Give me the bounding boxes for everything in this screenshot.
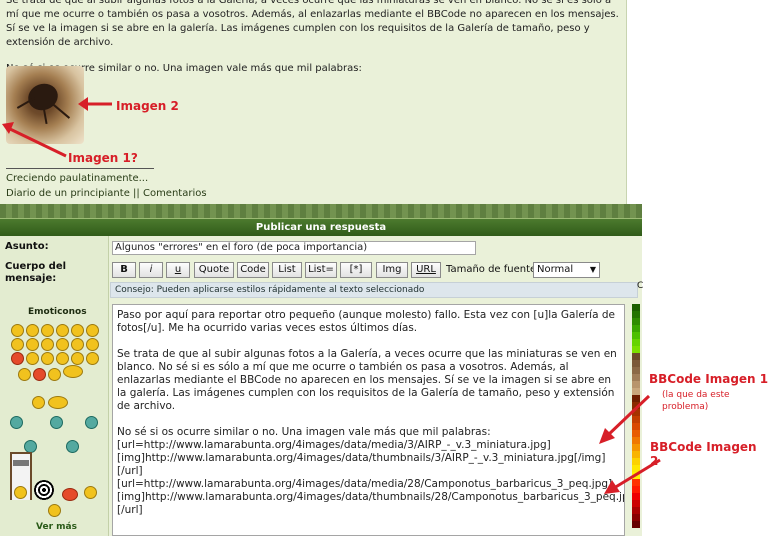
emoticon-grin[interactable] <box>26 324 39 337</box>
list-button[interactable]: List <box>272 262 302 278</box>
message-textarea[interactable]: Paso por aquí para reportar otro pequeño… <box>112 304 625 536</box>
subject-label: Asunto: <box>5 241 49 252</box>
tip-text: Consejo: Pueden aplicarse estilos rápida… <box>110 282 638 298</box>
emoticon-sunglasses[interactable] <box>32 396 45 409</box>
font-size-select[interactable]: Normal ▼ <box>533 262 600 278</box>
annotation-imagen2: Imagen 2 <box>116 99 179 113</box>
emoticon-glasses[interactable] <box>63 365 83 378</box>
list-item-button[interactable]: [*] <box>340 262 372 278</box>
emoticon-mad[interactable] <box>56 338 69 351</box>
separator: || <box>133 188 140 199</box>
bold-button[interactable]: B <box>112 262 136 278</box>
italic-button[interactable]: i <box>139 262 163 278</box>
comments-link[interactable]: Comentarios <box>143 188 207 199</box>
form-left-column: Asunto: Cuerpo del mensaje: Emoticonos V… <box>0 236 109 536</box>
emoticon-embarrassed[interactable] <box>86 338 99 351</box>
emoticon-alien-5[interactable] <box>66 440 79 453</box>
post-paragraph: Se trata de que al subir algunas fotos a… <box>6 0 619 48</box>
annotation-imagen1: Imagen 1? <box>68 151 138 165</box>
underline-button[interactable]: u <box>166 262 190 278</box>
emoticon-biker[interactable] <box>62 488 78 501</box>
emoticon-smile[interactable] <box>11 324 24 337</box>
arrow-bbcode1 <box>599 394 651 444</box>
code-button[interactable]: Code <box>237 262 269 278</box>
emoticon-binoculars[interactable] <box>48 396 68 409</box>
emoticon-alien-1[interactable] <box>10 416 23 429</box>
emoticon-alien-2[interactable] <box>50 416 63 429</box>
annotation-bbcode2: BBCode Imagen 2 <box>650 440 757 468</box>
subject-input[interactable]: Algunos "errores" en el foro (de poca im… <box>112 241 476 255</box>
emoticon-question[interactable] <box>86 352 99 365</box>
decorative-band <box>0 204 642 218</box>
see-more-emoticons-link[interactable]: Ver más <box>36 522 77 532</box>
emoticon-arrow[interactable] <box>33 368 46 381</box>
emoticons-title: Emoticonos <box>28 307 87 317</box>
post-paragraph: No sé si os ocurre similar o no. Una ima… <box>6 63 362 74</box>
font-size-label: Tamaño de fuente: <box>446 264 540 275</box>
emoticon-wink[interactable] <box>41 324 54 337</box>
quote-button[interactable]: Quote <box>194 262 234 278</box>
arrow-bbcode2 <box>604 458 661 494</box>
diary-link[interactable]: Diario de un principiante <box>6 188 130 199</box>
emoticon-idea[interactable] <box>18 368 31 381</box>
url-button[interactable]: URL <box>411 262 441 278</box>
color-label: C <box>637 281 644 291</box>
emoticon-confused[interactable] <box>11 338 24 351</box>
emoticon-razz[interactable] <box>71 338 84 351</box>
signature-divider <box>6 168 154 169</box>
image-button[interactable]: Img <box>376 262 408 278</box>
emoticon-laugh[interactable] <box>41 338 54 351</box>
emoticon-cool[interactable] <box>26 338 39 351</box>
font-size-value: Normal <box>537 264 574 275</box>
emoticon-neutral[interactable] <box>71 352 84 365</box>
post-body: Se trata de que al subir algunas fotos a… <box>6 0 620 90</box>
reply-form: Asunto: Cuerpo del mensaje: Emoticonos V… <box>0 236 644 536</box>
emoticon-twisted[interactable] <box>41 352 54 365</box>
emoticon-guillotine-head <box>14 486 27 499</box>
emoticon-shock[interactable] <box>86 324 99 337</box>
emoticon-exclaim[interactable] <box>48 368 61 381</box>
emoticon-surprised[interactable] <box>71 324 84 337</box>
chevron-down-icon: ▼ <box>589 265 596 274</box>
arrow-imagen2 <box>78 97 112 111</box>
reply-header: Publicar una respuesta <box>0 218 642 237</box>
arrow-imagen1 <box>2 122 67 158</box>
emoticon-happy[interactable] <box>56 324 69 337</box>
annotation-bbcode1: BBCode Imagen 1 <box>649 372 769 386</box>
emoticon-hypnotized[interactable] <box>34 480 54 500</box>
emoticon-evil[interactable] <box>11 352 24 365</box>
annotation-bbcode1-note: (la que da este problema) <box>662 390 730 412</box>
signature-links: Diario de un principiante || Comentarios <box>6 188 207 199</box>
emoticon-rolleyes[interactable] <box>56 352 69 365</box>
emoticon-cry[interactable] <box>26 352 39 365</box>
emoticon-small[interactable] <box>48 504 61 517</box>
list-ordered-button[interactable]: List= <box>305 262 337 278</box>
signature-link[interactable]: Creciendo paulatinamente... <box>6 173 148 184</box>
emoticon-thumbs-up[interactable] <box>84 486 97 499</box>
body-label: Cuerpo del mensaje: <box>5 261 67 284</box>
emoticon-alien-3[interactable] <box>85 416 98 429</box>
